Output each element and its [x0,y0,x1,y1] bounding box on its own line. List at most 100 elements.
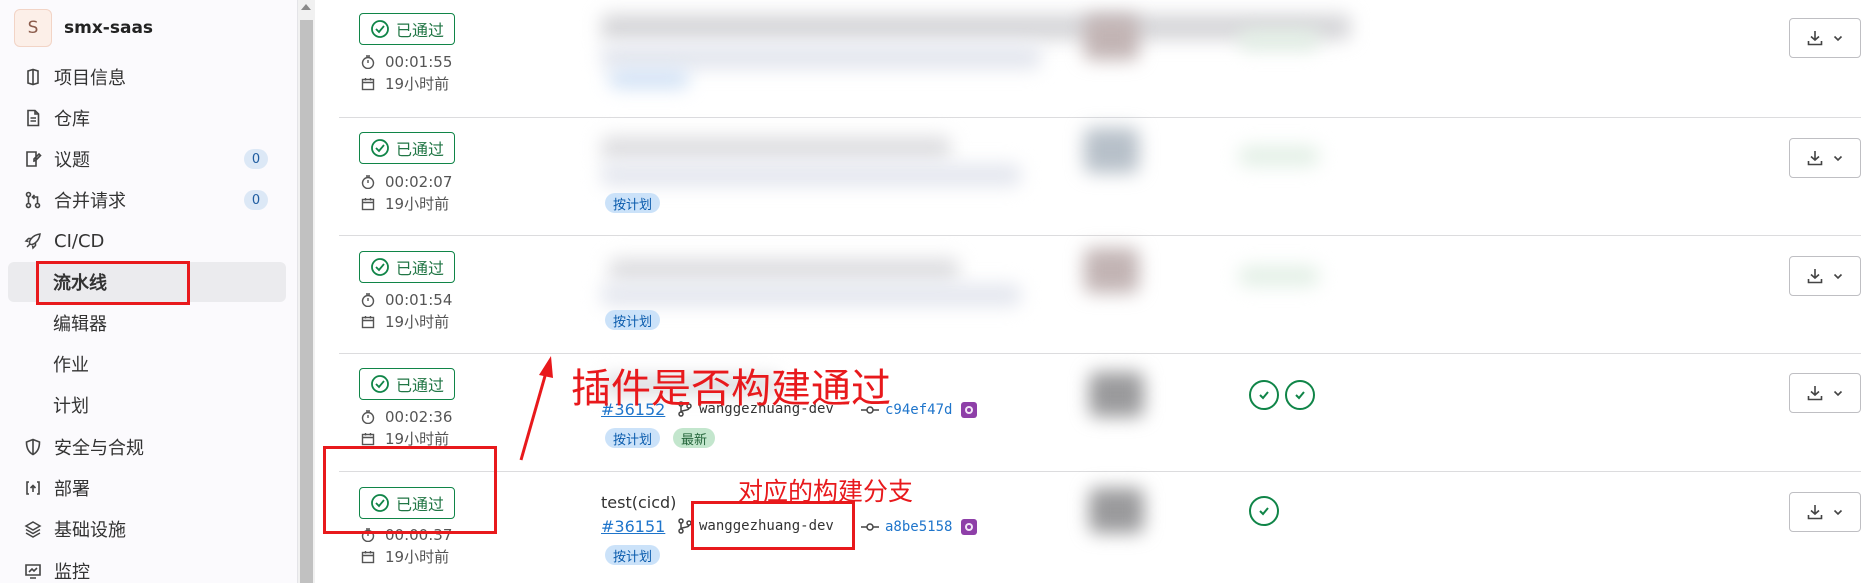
pipeline-id-link[interactable]: #36151 [601,517,665,536]
stage-passed-icon[interactable] [1249,496,1279,526]
commit-icon [861,523,879,531]
duration: 00:01:54 [361,291,452,309]
infrastructure-icon [22,518,44,540]
redacted-commit [601,164,1021,186]
redacted-commit [601,136,951,160]
issues-count-badge: 0 [244,149,268,169]
status-label: 已通过 [396,259,445,278]
sidebar-item-label: 议题 [54,150,90,171]
download-artifacts-button[interactable] [1789,256,1861,296]
annotation-box-branch [691,501,855,550]
download-artifacts-button[interactable] [1789,492,1861,532]
download-icon [1807,31,1823,46]
merge-requests-count-badge: 0 [244,190,268,210]
sidebar-item-merge-requests[interactable]: 合并请求 0 [8,180,286,220]
check-circle-icon [371,20,389,38]
project-info-icon [22,66,44,88]
calendar-icon [361,77,375,90]
chevron-down-icon [1833,390,1843,397]
duration: 00:02:07 [361,173,452,191]
redacted-stages [1239,266,1319,286]
check-circle-icon [371,375,389,393]
table-row: 已通过 00:02:36 19小时前 #36152 wanggezhuang-d… [339,354,1861,472]
sidebar-item-editor[interactable]: 编辑器 [8,303,286,343]
sidebar-item-label: 监控 [54,562,90,583]
download-artifacts-button[interactable] [1789,18,1861,58]
chevron-down-icon [1833,273,1843,280]
duration-value: 00:02:36 [385,408,453,426]
scrollbar[interactable] [298,0,315,583]
check-circle-icon [371,139,389,157]
scroll-thumb[interactable] [300,20,313,583]
sidebar-item-label: 安全与合规 [54,438,144,459]
sidebar-item-label: 基础设施 [54,520,126,541]
finished-time: 19小时前 [361,193,449,214]
redacted-avatar [1089,372,1144,417]
sidebar-item-label: 作业 [53,355,89,376]
table-row: 已通过 00:00:37 19小时前 test(cicd) #36151 wan… [339,472,1861,583]
tag-scheduled: 按计划 [605,193,661,213]
sidebar-item-repository[interactable]: 仓库 [8,98,286,138]
commit-sha[interactable]: a8be5158 [861,518,978,536]
sidebar-item-jobs[interactable]: 作业 [8,344,286,384]
monitor-icon [22,560,44,582]
timer-icon [361,293,375,307]
redacted-commit [609,258,959,282]
sidebar-item-deployments[interactable]: 部署 [8,468,286,508]
table-row: 已通过 00:01:54 19小时前 按计划 [339,236,1861,354]
download-artifacts-button[interactable] [1789,138,1861,178]
sidebar-item-cicd[interactable]: CI/CD [8,221,286,261]
annotation-box-status [323,446,497,534]
calendar-icon [361,550,375,563]
download-artifacts-button[interactable] [1789,373,1861,413]
status-label: 已通过 [396,21,445,40]
annotation-box-pipelines [36,261,190,305]
sidebar-item-label: 仓库 [54,109,90,130]
duration: 00:02:36 [361,408,452,426]
sidebar-item-label: 合并请求 [54,191,126,212]
annotation-main-note: 插件是否构建通过 [571,366,891,412]
status-label: 已通过 [396,140,445,159]
status-badge[interactable]: 已通过 [359,13,456,45]
duration-value: 00:01:55 [385,53,453,71]
sidebar-item-label: 编辑器 [53,314,107,335]
tag-scheduled: 按计划 [605,428,661,448]
redacted-avatar [1084,248,1139,293]
sidebar-item-issues[interactable]: 议题 0 [8,139,286,179]
sidebar-item-security[interactable]: 安全与合规 [8,427,286,467]
project-header[interactable]: S smx-saas [14,8,153,48]
chevron-down-icon [1833,35,1843,42]
sidebar-item-infrastructure[interactable]: 基础设施 [8,509,286,549]
finished-time: 19小时前 [361,546,449,567]
timer-icon [361,410,375,424]
finished-time: 19小时前 [361,73,449,94]
status-badge[interactable]: 已通过 [359,251,456,283]
chevron-down-icon [1833,155,1843,162]
status-badge[interactable]: 已通过 [359,368,456,400]
sha-value: a8be5158 [885,519,953,535]
status-badge[interactable]: 已通过 [359,132,456,164]
download-icon [1807,151,1823,166]
project-avatar: S [14,9,52,47]
download-icon [1807,505,1823,520]
commit-title[interactable]: test(cicd) [601,493,676,512]
pipeline-list: 已通过 00:01:55 19小时前 已通过 00:02:07 19小时前 按计… [315,0,1861,583]
stage-passed-icon[interactable] [1285,380,1315,410]
sidebar-item-project-info[interactable]: 项目信息 [8,57,286,97]
sidebar-item-schedules[interactable]: 计划 [8,385,286,425]
stage-passed-icon[interactable] [1249,380,1279,410]
finished-value: 19小时前 [385,195,450,213]
download-icon [1807,386,1823,401]
project-name: smx-saas [64,18,154,38]
sha-value: c94ef47d [885,402,953,418]
redacted-avatar [1084,15,1139,60]
annotation-branch-note: 对应的构建分支 [738,477,914,506]
sidebar-item-label: 项目信息 [54,68,126,89]
finished-time: 19小时前 [361,311,449,332]
sidebar-item-monitor[interactable]: 监控 [8,551,286,583]
redacted-tag [609,70,689,88]
calendar-icon [361,315,375,328]
scroll-up-arrow-icon[interactable] [301,4,311,10]
tag-scheduled: 按计划 [605,545,661,565]
user-avatar-icon [961,519,978,535]
